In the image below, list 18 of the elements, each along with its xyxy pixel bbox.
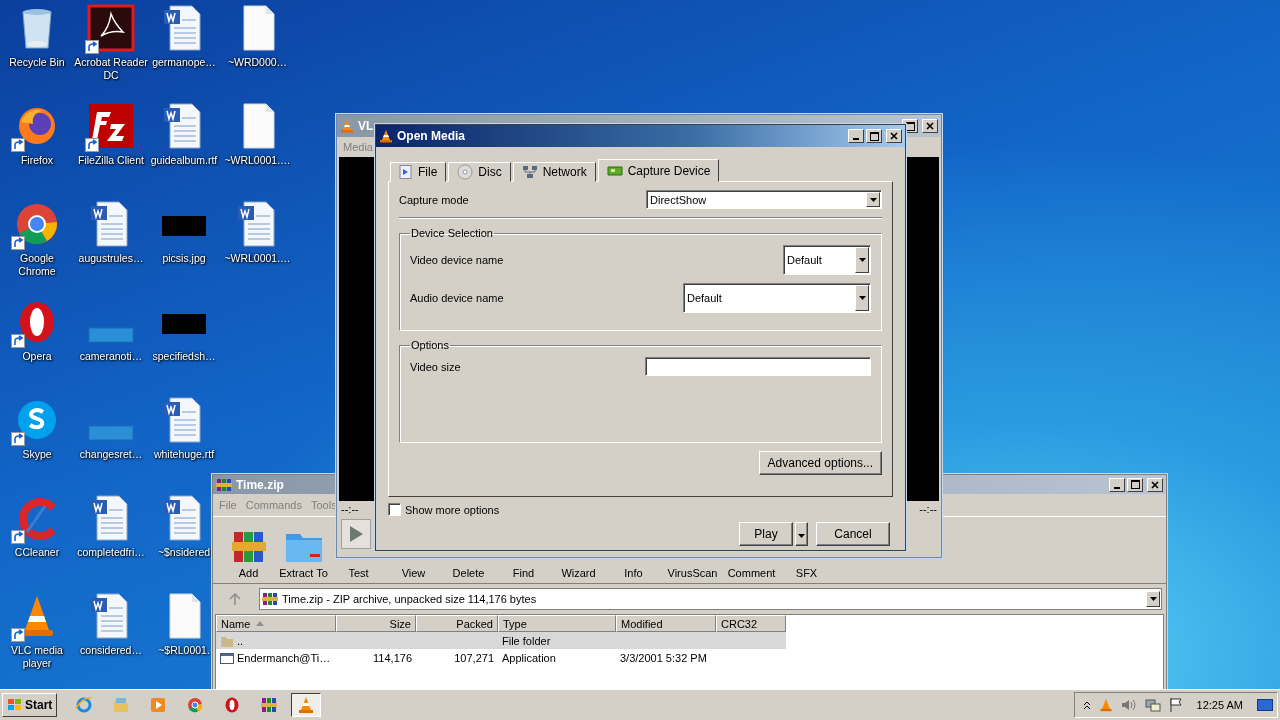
field-label: Capture mode bbox=[399, 193, 469, 206]
table-cell: 107,271 bbox=[454, 651, 494, 664]
table-cell: File folder bbox=[502, 634, 551, 647]
total-time: --:-- bbox=[919, 503, 937, 515]
table-cell: .. bbox=[237, 634, 244, 647]
group-title: Device Selection bbox=[410, 227, 494, 239]
elapsed-time: --:-- bbox=[341, 503, 359, 515]
table-cell: 3/3/2001 5:32 PM bbox=[620, 651, 707, 664]
window-title: VL bbox=[358, 119, 375, 133]
field-label: Video size bbox=[410, 360, 461, 373]
table-cell: 114,176 bbox=[373, 651, 412, 664]
table-cell: Endermanch@Ti… bbox=[237, 651, 331, 664]
field-label: Video device name bbox=[410, 254, 504, 266]
table-cell: Application bbox=[502, 651, 556, 664]
dialog-title: Open Media bbox=[397, 129, 466, 143]
window-title: Time.zip bbox=[236, 477, 285, 492]
group-title: Options bbox=[410, 339, 450, 351]
field-label: Audio device name bbox=[410, 292, 504, 304]
